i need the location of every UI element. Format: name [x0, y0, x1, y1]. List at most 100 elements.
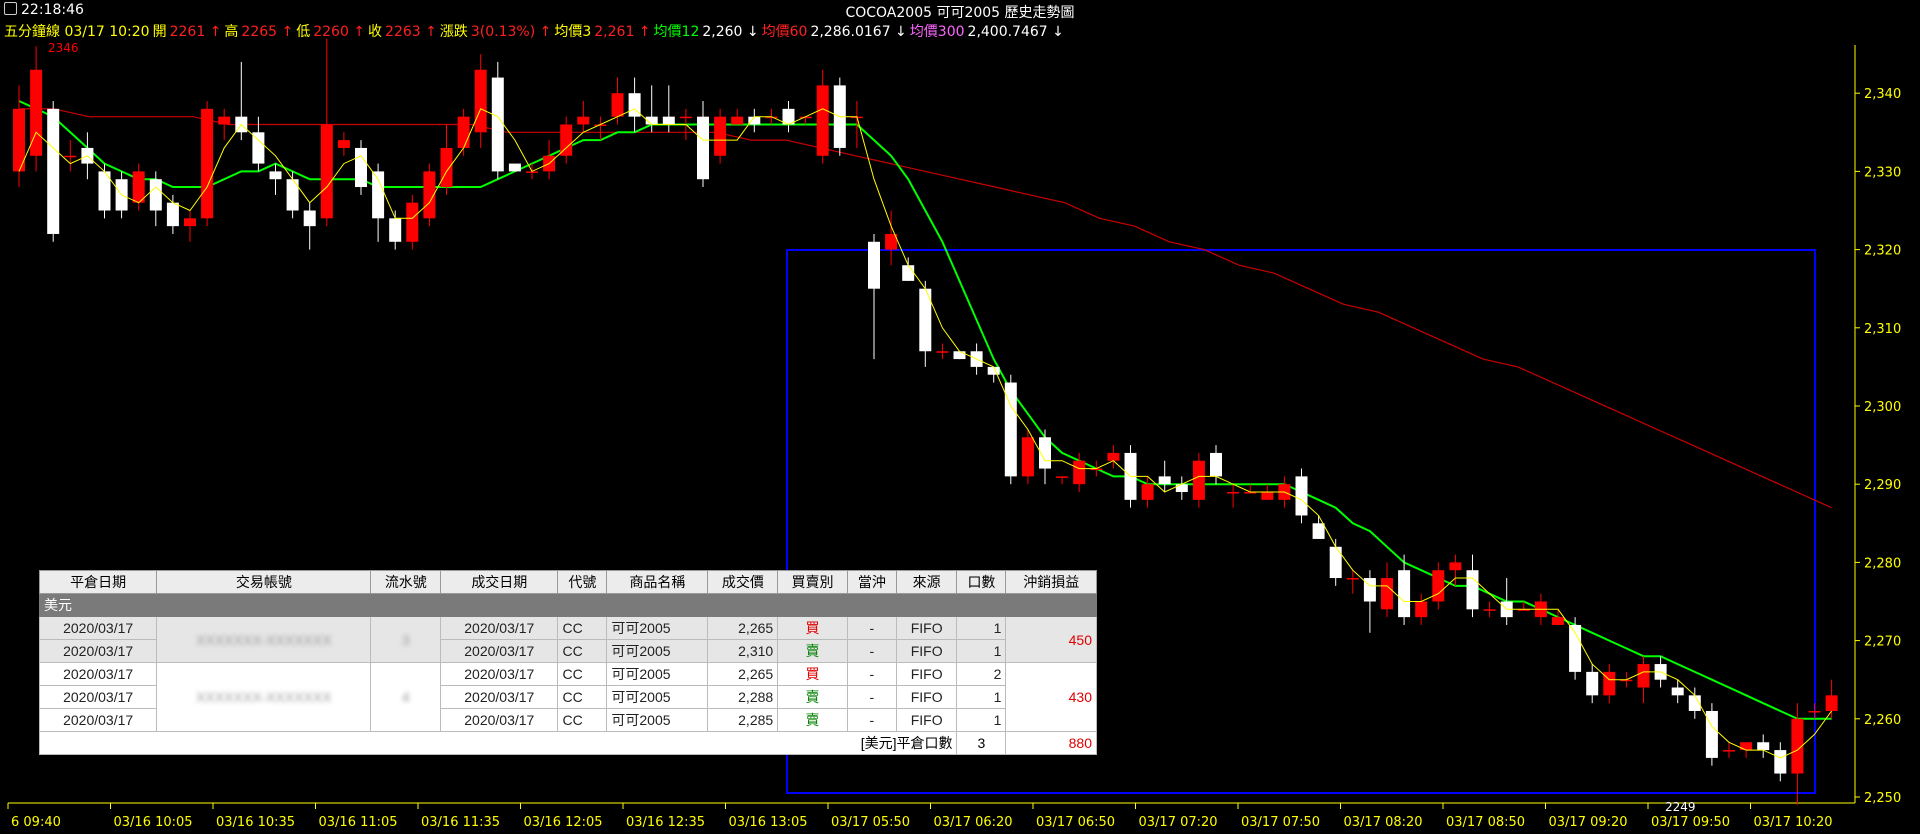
candle-body: [1415, 601, 1428, 618]
table-row[interactable]: 2020/03/17 XXXXXXX-XXXXXXX 3 2020/03/17 CC 可可…: [38, 616, 1097, 663]
column-header[interactable]: 商品名稱: [606, 570, 709, 594]
candle-body: [1329, 546, 1342, 579]
ohlc-info-bar: 五分鐘線 03/17 10:20 開 2261 ↑ 高 2265 ↑ 低 2260 ↑ 收 22…: [4, 21, 1067, 41]
candle-body: [697, 116, 709, 180]
candle-body: [714, 116, 727, 156]
candle-body: [953, 351, 966, 360]
closed-positions-table: 平倉日期 交易帳號 流水號 成交日期 代號 商品名稱 成交價 買賣別 當沖 來源 口數 沖銷損益 美元…: [38, 570, 1097, 755]
table-cell: CC: [557, 708, 608, 732]
candle-body: [508, 163, 521, 172]
candle-body: [1637, 664, 1650, 688]
table-body: 美元 2020/03/17 XXXXXXX-XXXXXXX 3 2020/03/17 CC…: [38, 593, 1097, 755]
info-item: 五分鐘線 03/17 10:20: [4, 24, 150, 40]
info-item: 高: [224, 24, 239, 40]
candle-body: [731, 116, 744, 125]
table-cell: 2,265: [707, 662, 779, 686]
info-item: 均價60: [761, 24, 808, 40]
x-tick-label: 03/16 10:35: [216, 815, 295, 830]
candle-body: [1158, 476, 1171, 485]
info-item: 均價12: [653, 24, 700, 40]
info-item: 收: [368, 24, 383, 40]
table-cell: 2020/03/17: [440, 616, 559, 640]
candle-body: [47, 108, 60, 234]
column-header[interactable]: 當沖: [846, 570, 897, 594]
column-header[interactable]: 平倉日期: [38, 570, 158, 594]
candle-body: [1432, 570, 1445, 602]
candle-body: [1210, 452, 1222, 477]
y-tick-label: 2,340: [1864, 87, 1901, 102]
table-cell: -: [846, 708, 897, 732]
info-item: 2,400.7467 ↓: [967, 24, 1064, 40]
y-tick-label: 2,250: [1864, 791, 1901, 806]
candle-body: [1107, 452, 1120, 461]
table-cell: 賣: [777, 685, 848, 709]
info-item: 2265 ↑: [241, 24, 294, 40]
candle-body: [1757, 742, 1770, 751]
column-header[interactable]: 來源: [895, 570, 958, 594]
x-tick-label: 6 09:40: [11, 815, 61, 830]
column-header[interactable]: 流水號: [370, 570, 442, 594]
x-tick-label: 03/17 09:20: [1549, 815, 1628, 830]
table-cell: 可可2005: [606, 708, 709, 732]
candle-body: [1312, 523, 1325, 539]
candle-body: [577, 116, 590, 125]
candle-body: [320, 124, 333, 219]
candle-body: [1073, 460, 1086, 485]
currency-group-row: 美元: [39, 593, 1097, 617]
y-tick-label: 2,300: [1864, 400, 1901, 415]
candle-body: [1295, 476, 1308, 516]
group-label: 美元: [39, 593, 1097, 617]
table-cell: CC: [557, 639, 608, 663]
y-tick-label: 2,330: [1864, 165, 1901, 180]
table-cell: 1: [956, 616, 1007, 640]
info-item: 均價3: [554, 24, 592, 40]
candle-body: [1671, 687, 1684, 696]
table-cell: 2020/03/17: [38, 708, 158, 732]
table-cell: 2020/03/17: [38, 685, 158, 709]
column-header[interactable]: 代號: [557, 570, 608, 594]
summary-label: [美元]平倉口數: [38, 731, 958, 755]
candle-body: [218, 116, 231, 125]
column-header[interactable]: 沖銷損益: [1005, 570, 1097, 594]
candle-body: [1808, 710, 1821, 713]
column-header[interactable]: 成交價: [707, 570, 779, 594]
y-tick-label: 2,310: [1864, 322, 1901, 337]
candle-body: [1586, 671, 1599, 696]
table-cell: 2020/03/17: [440, 662, 559, 686]
candle-body: [1346, 578, 1359, 580]
table-cell: 2020/03/17: [38, 662, 158, 686]
candle-body: [286, 179, 299, 211]
table-cell: FIFO: [895, 616, 958, 640]
column-header[interactable]: 買賣別: [777, 570, 848, 594]
column-header[interactable]: 交易帳號: [156, 570, 372, 594]
x-tick-label: 03/17 07:50: [1241, 815, 1320, 830]
table-row[interactable]: 2020/03/17 XXXXXXX-XXXXXXX 4 2020/03/17 CC 可可…: [38, 662, 1097, 732]
table-cell: 2020/03/17: [440, 639, 559, 663]
table-cell: 買: [777, 616, 848, 640]
info-item: 2,260 ↓: [702, 24, 759, 40]
info-item: 2263 ↑: [385, 24, 437, 40]
summary-total: 880: [1005, 731, 1097, 755]
table-cell: 2020/03/17: [38, 639, 158, 663]
y-tick-label: 2,260: [1864, 713, 1901, 728]
candle-body: [679, 116, 692, 119]
table-cell: -: [846, 685, 897, 709]
table-cell: 3: [370, 616, 442, 663]
info-item: 2,261 ↑: [594, 24, 651, 40]
table-cell: 1: [956, 708, 1007, 732]
table-cell: FIFO: [895, 685, 958, 709]
table-cell: 2,285: [707, 708, 779, 732]
candle-body: [64, 155, 77, 158]
candle-body: [132, 171, 145, 203]
candle-body: [1723, 750, 1735, 752]
table-cell: 可可2005: [606, 685, 709, 709]
column-header[interactable]: 口數: [956, 570, 1007, 594]
column-header[interactable]: 成交日期: [440, 570, 559, 594]
x-tick-label: 03/16 12:05: [524, 815, 603, 830]
candle-body: [269, 171, 282, 180]
info-item: 漲跌: [439, 24, 468, 40]
candle-body: [1466, 570, 1479, 610]
info-item: 開: [152, 24, 167, 40]
x-tick-label: 03/16 13:05: [729, 815, 808, 830]
candle-body: [303, 210, 316, 227]
